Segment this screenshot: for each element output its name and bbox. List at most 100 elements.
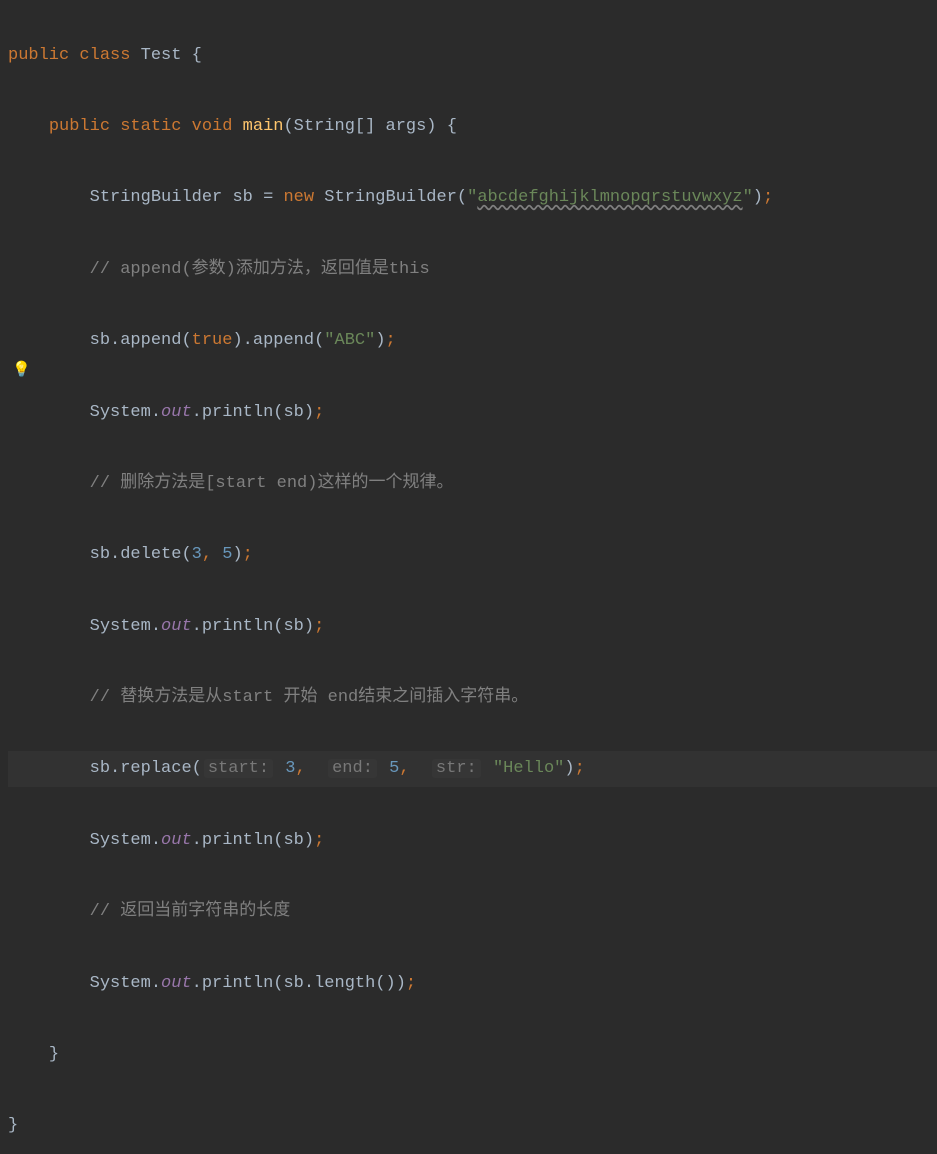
code-line: System.out.println(sb); — [8, 823, 937, 859]
code-line: System.out.println(sb); — [8, 609, 937, 645]
class-name: Test — [141, 46, 182, 65]
paren: ( — [273, 617, 283, 636]
method-call: println — [202, 403, 273, 422]
code-line: StringBuilder sb = new StringBuilder("ab… — [8, 180, 937, 216]
var: sb — [90, 759, 110, 778]
field-ref: out — [161, 617, 192, 636]
arg: sb — [283, 831, 303, 850]
dot: . — [192, 403, 202, 422]
string-literal: abcdefghijklmnopqrstuvwxyz — [477, 188, 742, 207]
brace: } — [49, 1045, 59, 1064]
class-ref: System — [90, 617, 151, 636]
code-line: } — [8, 1108, 937, 1144]
space — [410, 759, 430, 778]
semicolon: ; — [763, 188, 773, 207]
type: StringBuilder — [90, 188, 223, 207]
paren: ( — [314, 331, 324, 350]
dot: . — [304, 974, 314, 993]
op: = — [263, 188, 273, 207]
space — [212, 545, 222, 564]
number: 3 — [285, 759, 295, 778]
arg: sb — [283, 974, 303, 993]
keyword: true — [192, 331, 233, 350]
method-call: append — [120, 331, 181, 350]
semicolon: ; — [314, 617, 324, 636]
number: 3 — [192, 545, 202, 564]
method-call: delete — [120, 545, 181, 564]
field-ref: out — [161, 831, 192, 850]
space — [306, 759, 326, 778]
paren: ) — [304, 403, 314, 422]
param-hint: end: — [328, 759, 377, 778]
dot: . — [192, 831, 202, 850]
brace: } — [8, 1116, 18, 1135]
semicolon: ; — [243, 545, 253, 564]
paren: ( — [457, 188, 467, 207]
quote: " — [467, 188, 477, 207]
dot: . — [243, 331, 253, 350]
method-call: length — [314, 974, 375, 993]
code-line: sb.append(true).append("ABC"); — [8, 323, 937, 359]
lightbulb-icon[interactable]: 💡 — [12, 355, 31, 387]
paren: ( — [273, 831, 283, 850]
code-line: // 删除方法是[start end)这样的一个规律。 — [8, 466, 937, 502]
brace: { — [447, 117, 457, 136]
paren: ) — [232, 545, 242, 564]
method-call: replace — [120, 759, 191, 778]
dot: . — [192, 974, 202, 993]
comma: , — [295, 759, 305, 778]
class-ref: System — [90, 974, 151, 993]
paren: ( — [273, 403, 283, 422]
code-line: sb.delete(3, 5); — [8, 537, 937, 573]
editor-gutter: 💡 — [0, 0, 36, 577]
dot: . — [110, 545, 120, 564]
paren: ( — [273, 974, 283, 993]
paren: ) — [396, 974, 406, 993]
paren: () — [375, 974, 395, 993]
string-literal: "ABC" — [324, 331, 375, 350]
method-call: println — [202, 617, 273, 636]
keyword: static — [120, 117, 181, 136]
class-ref: System — [90, 403, 151, 422]
semicolon: ; — [575, 759, 585, 778]
semicolon: ; — [386, 331, 396, 350]
number: 5 — [222, 545, 232, 564]
semicolon: ; — [314, 831, 324, 850]
space — [275, 759, 285, 778]
comma: , — [202, 545, 212, 564]
method-call: println — [202, 831, 273, 850]
dot: . — [110, 331, 120, 350]
code-line: // append(参数)添加方法，返回值是this — [8, 252, 937, 288]
comma: , — [399, 759, 409, 778]
dot: . — [110, 759, 120, 778]
dot: . — [151, 403, 161, 422]
keyword: class — [79, 46, 130, 65]
var: sb — [90, 545, 110, 564]
arg: sb — [283, 617, 303, 636]
paren: ) — [232, 331, 242, 350]
dot: . — [151, 974, 161, 993]
paren: ) — [564, 759, 574, 778]
var: sb — [90, 331, 110, 350]
type: StringBuilder — [324, 188, 457, 207]
keyword: public — [49, 117, 110, 136]
code-line: System.out.println(sb.length()); — [8, 966, 937, 1002]
semicolon: ; — [314, 403, 324, 422]
method-call: println — [202, 974, 273, 993]
code-line: public class Test { — [8, 38, 937, 74]
brace: { — [192, 46, 202, 65]
string-literal: "Hello" — [493, 759, 564, 778]
field-ref: out — [161, 974, 192, 993]
dot: . — [151, 617, 161, 636]
paren: ( — [181, 545, 191, 564]
paren: ( — [181, 331, 191, 350]
dot: . — [151, 831, 161, 850]
paren: ) — [304, 831, 314, 850]
paren: ) — [375, 331, 385, 350]
keyword: new — [283, 188, 314, 207]
space — [379, 759, 389, 778]
number: 5 — [389, 759, 399, 778]
code-editor[interactable]: public class Test { public static void m… — [0, 0, 937, 1154]
code-line: public static void main(String[] args) { — [8, 109, 937, 145]
var: sb — [232, 188, 252, 207]
